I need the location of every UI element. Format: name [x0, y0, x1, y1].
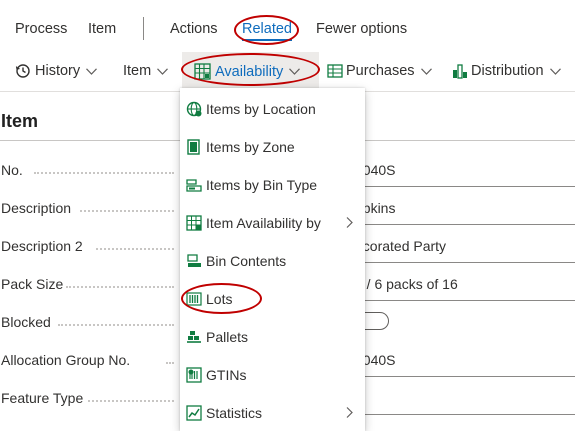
action-related[interactable]: Related: [242, 21, 292, 41]
field-leader: [88, 400, 174, 402]
item-menu-label: Item: [123, 63, 152, 79]
field-label: Description: [1, 200, 72, 216]
menu-item-lots[interactable]: Lots: [180, 280, 365, 318]
availability-label: Availability: [215, 63, 284, 80]
section-title: Item: [1, 111, 39, 131]
action-actions[interactable]: Actions: [170, 21, 218, 37]
field-label: Pack Size: [1, 276, 64, 292]
menu-item-label: Statistics: [206, 405, 263, 421]
field-value[interactable]: ecorated Party: [355, 238, 446, 254]
menu-item-label: Items by Bin Type: [206, 177, 318, 193]
action-item[interactable]: Item: [88, 21, 116, 37]
field-label: Feature Type: [1, 390, 84, 406]
field-label: Description 2: [1, 238, 83, 254]
chevron-down-icon: [420, 67, 432, 75]
pallets-icon: [187, 331, 201, 343]
menu-item-item-availability-by[interactable]: Item Availability by: [180, 204, 365, 242]
purchases-label: Purchases: [346, 63, 415, 79]
action-related-label: Related: [242, 21, 292, 37]
bin-contents-icon: [187, 254, 201, 267]
gtin-icon: [186, 367, 202, 383]
chevron-down-icon: [289, 68, 301, 75]
field-leader: [80, 210, 174, 212]
field-underline: [355, 186, 575, 187]
field-leader: [34, 172, 174, 174]
menu-item-label: GTINs: [206, 367, 247, 383]
purchases-button[interactable]: Purchases: [327, 63, 432, 79]
field-underline: [355, 224, 575, 225]
action-fewer-options[interactable]: Fewer options: [316, 21, 407, 37]
action-bar: Process Item Actions Related Fewer optio…: [0, 0, 575, 54]
availability-button[interactable]: Availability: [194, 63, 301, 80]
availability-grid-icon: [194, 63, 211, 80]
field-leader: [96, 248, 174, 250]
statistics-icon: [186, 405, 202, 421]
field-leader: [166, 362, 174, 364]
field-label: Blocked: [1, 314, 51, 330]
field-label: Allocation Group No.: [1, 352, 131, 368]
menu-item-items-by-location[interactable]: Items by Location: [180, 90, 365, 128]
item-menu-button[interactable]: Item: [123, 63, 169, 79]
purchases-icon: [327, 64, 343, 78]
menu-item-label: Item Availability by: [206, 215, 321, 231]
menu-item-label: Items by Zone: [206, 139, 295, 155]
lots-icon: [186, 292, 202, 306]
chevron-down-icon: [86, 67, 98, 75]
field-underline: [355, 376, 575, 377]
sub-action-bar: History Item Availability Purchases Dist…: [0, 52, 575, 92]
field-leader: [66, 286, 174, 288]
history-label: History: [35, 63, 81, 79]
history-icon: [15, 64, 30, 78]
menu-item-label: Items by Location: [206, 101, 316, 117]
field-underline: [355, 300, 575, 301]
availability-dropdown-menu: Items by Location Items by Zone Items by…: [180, 88, 365, 431]
chevron-right-icon: [346, 217, 353, 228]
globe-icon: [186, 101, 202, 117]
menu-item-bin-contents[interactable]: Bin Contents: [180, 242, 365, 280]
menu-item-gtins[interactable]: GTINs: [180, 356, 365, 394]
bin-type-icon: [186, 179, 202, 192]
active-tab-underline: [242, 39, 292, 41]
history-button[interactable]: History: [15, 63, 98, 79]
distribution-button[interactable]: Distribution: [452, 63, 561, 79]
menu-item-label: Lots: [206, 291, 233, 307]
menu-item-items-by-bin-type[interactable]: Items by Bin Type: [180, 166, 365, 204]
menu-item-label: Pallets: [206, 329, 249, 345]
chevron-down-icon: [549, 67, 561, 75]
menu-item-label: Bin Contents: [206, 253, 287, 269]
action-divider: [143, 17, 144, 40]
menu-item-items-by-zone[interactable]: Items by Zone: [180, 128, 365, 166]
zone-icon: [187, 139, 200, 155]
distribution-label: Distribution: [471, 63, 544, 79]
availability-grid-icon: [186, 215, 202, 231]
menu-item-pallets[interactable]: Pallets: [180, 318, 365, 356]
field-value[interactable]: 4 / 6 packs of 16: [355, 276, 458, 292]
field-label: No.: [1, 162, 23, 178]
field-underline: [355, 414, 575, 415]
chevron-down-icon: [157, 67, 169, 75]
field-leader: [58, 324, 174, 326]
action-process[interactable]: Process: [15, 21, 67, 37]
menu-item-statistics[interactable]: Statistics: [180, 394, 365, 431]
distribution-icon: [453, 64, 467, 79]
field-underline: [355, 262, 575, 263]
chevron-right-icon: [346, 407, 353, 418]
